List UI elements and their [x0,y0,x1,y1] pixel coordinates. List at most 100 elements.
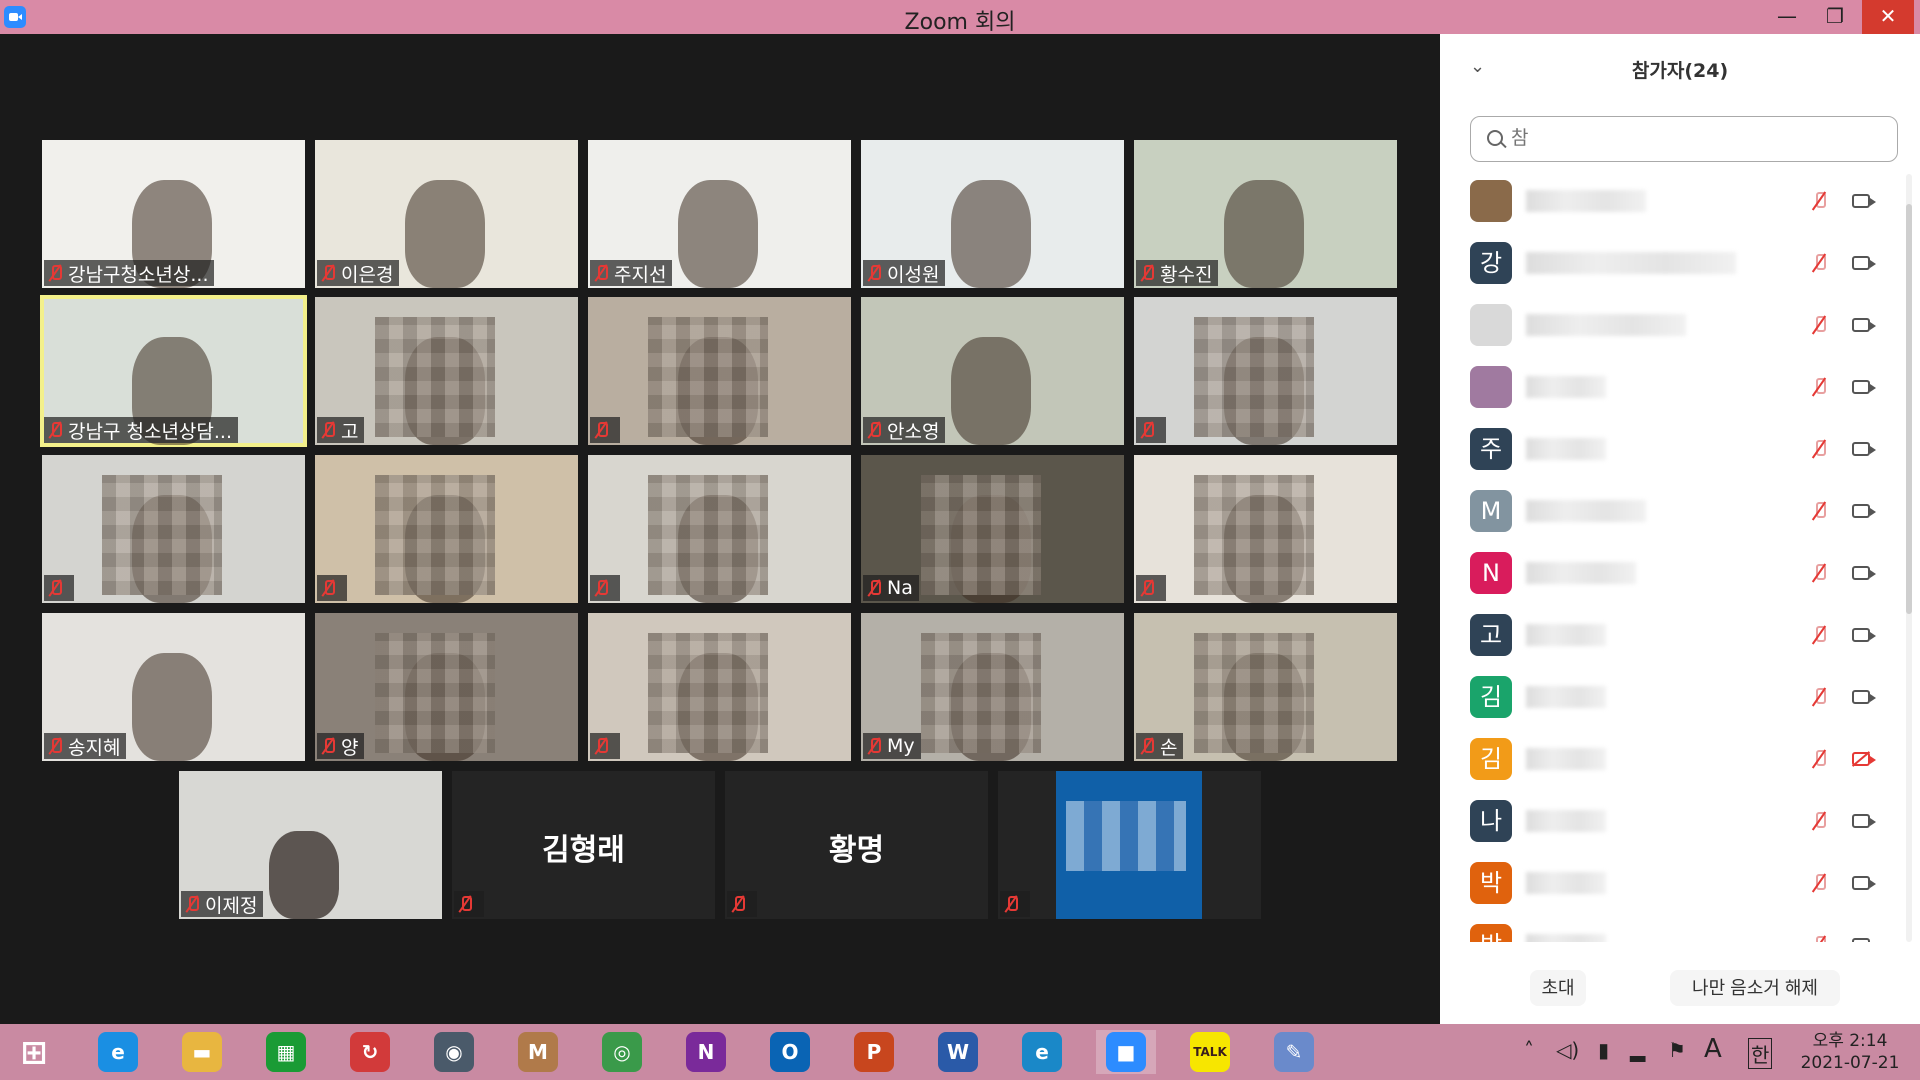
mic-muted-icon[interactable] [1812,686,1826,708]
participant-row[interactable]: M [1470,484,1890,546]
ime-hangul-indicator[interactable]: 한 [1748,1038,1773,1069]
taskbar-edge-button[interactable]: e [1012,1030,1072,1074]
name-only-tile[interactable]: 황명 [725,771,988,919]
video-tile[interactable]: 강남구청소년상... [42,140,305,288]
video-tile[interactable]: 주지선 [588,140,851,288]
participant-row[interactable]: 박 [1470,856,1890,918]
video-tile[interactable] [1134,455,1397,603]
video-tile[interactable]: 이제정 [179,771,442,919]
mic-muted-icon[interactable] [1812,438,1826,460]
mic-muted-icon[interactable] [1812,376,1826,398]
taskbar-powerpoint-button[interactable]: P [844,1030,904,1074]
participant-row[interactable] [1470,298,1890,360]
close-button[interactable]: ✕ [1862,0,1914,34]
camera-icon[interactable] [1852,690,1870,704]
participant-row[interactable] [1470,174,1890,236]
taskbar-word-button[interactable]: W [928,1030,988,1074]
video-tile[interactable]: My [861,613,1124,761]
search-input[interactable] [1511,125,1881,153]
taskbar-explorer-button[interactable]: ▬ [172,1030,232,1074]
taskbar-store-button[interactable]: ▦ [256,1030,316,1074]
participant-row[interactable]: 나 [1470,794,1890,856]
participant-search[interactable] [1470,116,1898,162]
mic-muted-icon[interactable] [1812,500,1826,522]
mic-muted-icon[interactable] [1812,810,1826,832]
video-tile[interactable]: 고 [315,297,578,445]
mic-muted-icon[interactable] [1812,562,1826,584]
taskbar-ie-button[interactable]: e [88,1030,148,1074]
taskbar-outlook-button[interactable]: O [760,1030,820,1074]
camera-off-icon[interactable] [1852,752,1870,766]
blurred-region [921,475,1041,595]
mic-muted-icon[interactable] [1812,314,1826,336]
camera-icon[interactable] [1852,938,1870,942]
taskbar-kakaotalk-button[interactable]: TALK [1180,1030,1240,1074]
mic-muted-icon[interactable] [1812,934,1826,942]
camera-icon[interactable] [1852,256,1870,270]
minimize-button[interactable]: — [1764,0,1810,34]
invite-button[interactable]: 초대 [1530,970,1586,1006]
participant-row[interactable]: 주 [1470,422,1890,484]
camera-icon[interactable] [1852,876,1870,890]
video-tile[interactable]: 손 [1134,613,1397,761]
mic-muted-icon [1140,579,1154,597]
video-tile[interactable]: 이은경 [315,140,578,288]
camera-icon[interactable] [1852,194,1870,208]
system-clock[interactable]: 오후 2:14 2021-07-21 [1790,1030,1910,1074]
video-tile[interactable]: 양 [315,613,578,761]
video-tile[interactable]: 황수진 [1134,140,1397,288]
action-center-flag-icon[interactable]: ⚑ [1668,1038,1686,1062]
video-tile[interactable] [1134,297,1397,445]
participant-name-redacted [1526,376,1606,398]
taskbar-onenote-button[interactable]: N [676,1030,736,1074]
taskbar-chrome-button[interactable]: ◎ [592,1030,652,1074]
participant-list-scrollbar[interactable] [1906,174,1912,942]
taskbar-sync-button[interactable]: ↻ [340,1030,400,1074]
name-only-tile[interactable]: 김형래 [452,771,715,919]
participant-row[interactable]: 박 [1470,918,1890,942]
camera-icon[interactable] [1852,318,1870,332]
name-only-tile[interactable] [998,771,1261,919]
participant-name-redacted [1526,748,1606,770]
video-tile[interactable] [588,613,851,761]
video-tile[interactable] [588,455,851,603]
camera-icon[interactable] [1852,380,1870,394]
video-tile[interactable] [588,297,851,445]
unmute-me-button[interactable]: 나만 음소거 해제 [1670,970,1840,1006]
video-tile[interactable] [315,455,578,603]
mic-muted-icon[interactable] [1812,624,1826,646]
taskbar-webcam-button[interactable]: ◉ [424,1030,484,1074]
scrollbar-thumb[interactable] [1906,204,1912,614]
participant-row[interactable]: 고 [1470,608,1890,670]
taskbar-malware-button[interactable]: M [508,1030,568,1074]
participant-row[interactable]: 김 [1470,670,1890,732]
video-tile[interactable]: 안소영 [861,297,1124,445]
video-tile[interactable]: Na [861,455,1124,603]
camera-icon[interactable] [1852,504,1870,518]
taskbar-start-button[interactable]: ⊞ [4,1030,64,1074]
participant-row[interactable]: 강 [1470,236,1890,298]
video-tile[interactable] [42,455,305,603]
participant-row[interactable]: 김 [1470,732,1890,794]
volume-icon[interactable]: ◁) [1556,1038,1579,1062]
ime-mode-indicator[interactable]: A [1704,1034,1722,1064]
restore-button[interactable]: ❐ [1812,0,1858,34]
participant-row[interactable]: N [1470,546,1890,608]
network-icon[interactable]: ▂ [1630,1038,1645,1062]
camera-icon[interactable] [1852,628,1870,642]
video-tile[interactable]: 송지혜 [42,613,305,761]
video-tile[interactable]: 이성원 [861,140,1124,288]
camera-icon[interactable] [1852,566,1870,580]
battery-icon[interactable]: ▮ [1598,1038,1609,1062]
camera-icon[interactable] [1852,814,1870,828]
mic-muted-icon[interactable] [1812,748,1826,770]
tray-chevron-icon[interactable]: ˄ [1524,1038,1534,1062]
video-tile[interactable]: 강남구 청소년상담... [40,295,307,447]
mic-muted-icon[interactable] [1812,252,1826,274]
mic-muted-icon[interactable] [1812,872,1826,894]
taskbar-paint-button[interactable]: ✎ [1264,1030,1324,1074]
mic-muted-icon[interactable] [1812,190,1826,212]
taskbar-zoom-button[interactable]: ■ [1096,1030,1156,1074]
participant-row[interactable] [1470,360,1890,422]
camera-icon[interactable] [1852,442,1870,456]
